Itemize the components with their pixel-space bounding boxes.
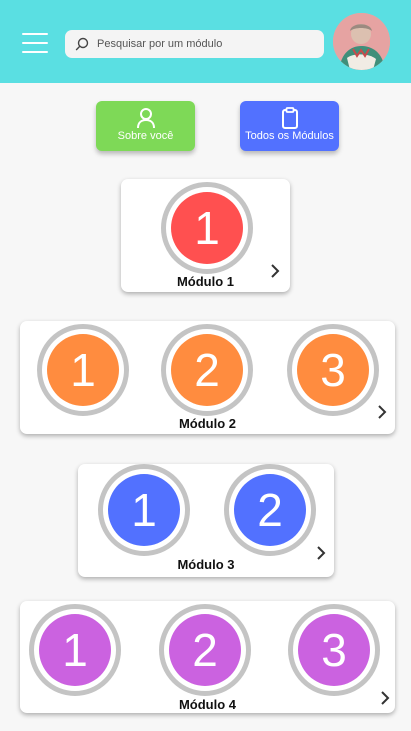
lesson-button-4-3[interactable]: 3 [288, 604, 380, 696]
search-bar[interactable] [65, 30, 324, 58]
module-title: Módulo 4 [178, 697, 237, 712]
lesson-number: 1 [171, 192, 243, 264]
lesson-button-2-1[interactable]: 1 [37, 324, 129, 416]
module-card-2[interactable]: 1 2 3 Módulo 2 [20, 321, 395, 434]
module-title: Módulo 3 [177, 557, 235, 572]
lesson-button-2-2[interactable]: 2 [161, 324, 253, 416]
module-card-1[interactable]: 1 Módulo 1 [121, 179, 290, 292]
lesson-number: 2 [234, 474, 306, 546]
about-you-button[interactable]: Sobre você [96, 101, 195, 151]
user-icon [136, 108, 155, 129]
chevron-right-icon[interactable] [380, 691, 390, 705]
lesson-button-3-1[interactable]: 1 [98, 464, 190, 556]
module-title: Módulo 1 [176, 274, 235, 289]
search-icon [75, 37, 89, 51]
lesson-number: 2 [169, 614, 241, 686]
module-card-4[interactable]: 1 2 3 Módulo 4 [20, 601, 395, 713]
chevron-right-icon[interactable] [316, 546, 326, 560]
app-bar [0, 0, 411, 83]
clipboard-icon [281, 107, 298, 129]
lesson-button-1-1[interactable]: 1 [161, 182, 253, 274]
lesson-number: 3 [297, 334, 369, 406]
module-card-3[interactable]: 1 2 Módulo 3 [78, 464, 334, 577]
lesson-number: 1 [39, 614, 111, 686]
about-you-label: Sobre você [117, 130, 174, 142]
module-title: Módulo 2 [178, 416, 237, 431]
lesson-number: 3 [298, 614, 370, 686]
lesson-number: 2 [171, 334, 243, 406]
avatar[interactable] [333, 13, 390, 70]
lesson-button-3-2[interactable]: 2 [224, 464, 316, 556]
chevron-right-icon[interactable] [377, 405, 387, 419]
lesson-button-4-1[interactable]: 1 [29, 604, 121, 696]
all-modules-label: Todos os Módulos [245, 130, 334, 142]
lesson-button-4-2[interactable]: 2 [159, 604, 251, 696]
lesson-number: 1 [47, 334, 119, 406]
all-modules-button[interactable]: Todos os Módulos [240, 101, 339, 151]
search-input[interactable] [97, 30, 317, 58]
chevron-right-icon[interactable] [270, 264, 280, 278]
menu-icon[interactable] [22, 33, 48, 53]
lesson-number: 1 [108, 474, 180, 546]
lesson-button-2-3[interactable]: 3 [287, 324, 379, 416]
